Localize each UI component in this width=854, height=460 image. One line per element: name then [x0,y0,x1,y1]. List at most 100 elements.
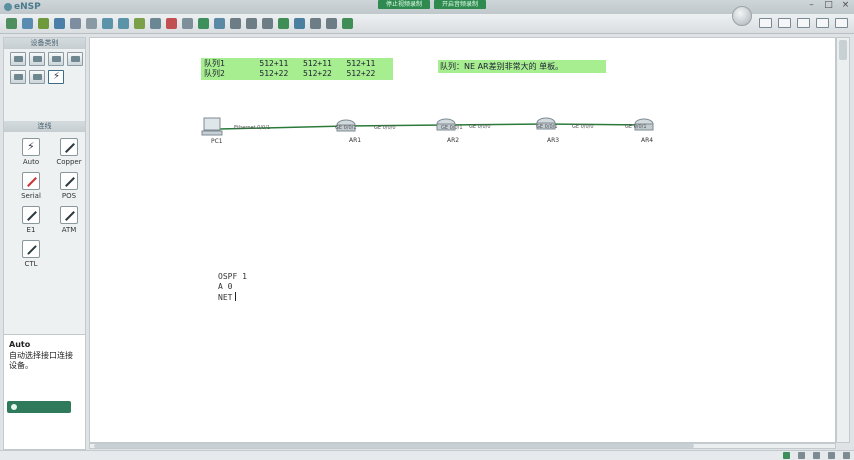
minimize-icon[interactable]: – [807,1,816,10]
cable-atm[interactable]: ATM [50,206,88,234]
menu-icon[interactable] [759,18,772,28]
toolbar-right [759,18,848,28]
cable-label: POS [61,192,77,200]
vertical-scrollbar[interactable] [836,37,850,443]
info-icon [828,452,835,459]
zoom-in-icon[interactable] [230,18,241,29]
status-bar [0,450,854,460]
port-label: GE 0/0/1 [335,125,357,131]
zoom-out-icon[interactable] [246,18,257,29]
topology-icon[interactable] [326,18,337,29]
text-cursor [235,292,237,301]
print-icon[interactable] [86,18,97,29]
start-audio-recording-button[interactable]: 开启音频录制 [434,0,487,9]
device-category-grid: ⚡ [4,49,85,87]
horizontal-scrollbar[interactable] [89,443,836,449]
auto-cable-icon [22,138,40,156]
fit-icon[interactable] [262,18,273,29]
close-icon[interactable]: × [841,1,850,10]
pc-icon[interactable] [201,117,223,136]
window-controls: – □ × [807,1,850,10]
vertical-scroll-thumb[interactable] [839,40,847,60]
help-icon[interactable] [797,18,810,28]
cable-ctl[interactable]: CTL [12,240,50,268]
stop-video-recording-button[interactable]: 停止视频录制 [378,0,431,9]
cable-category-icon[interactable]: ⚡ [48,70,64,84]
description-title: Auto [9,340,31,349]
delete-icon[interactable] [166,18,177,29]
terminal-category-icon[interactable] [10,70,26,84]
wireless-category-icon[interactable] [48,52,64,66]
close-panel-icon[interactable] [835,18,848,28]
atm-cable-icon [60,206,78,224]
app-logo-text: eNSP [14,2,41,12]
cloud-category-icon[interactable] [29,70,45,84]
network-icon [798,452,805,459]
node-label-ar3: AR3 [547,137,560,144]
restore-icon[interactable] [816,18,829,28]
cable-serial[interactable]: Serial [12,172,50,200]
switch-category-icon[interactable] [29,52,45,66]
queue-value: 512+22 [346,69,376,78]
pos-cable-icon [60,172,78,190]
palette-icon[interactable] [214,18,225,29]
queue-value: 512+11 [302,59,332,68]
serial-cable-icon [22,172,40,190]
panel-spacer [4,87,85,121]
new-topology-icon[interactable] [6,18,17,29]
queue-value: 512+11 [346,59,376,68]
horizontal-scroll-thumb[interactable] [94,444,694,448]
description-action-button[interactable] [7,401,71,413]
node-label-ar4: AR4 [641,137,654,144]
save-as-icon[interactable] [70,18,81,29]
port-label: GE 0/0/0 [572,124,594,130]
queue-row: 队列1 512+11 512+11 512+11 [204,59,390,69]
queue-value: 512+22 [302,69,332,78]
annotation-line: A 0 [218,282,233,291]
remark-note[interactable]: 队列：NE AR差别非常大的 单板。 [438,60,606,73]
port-label: Ethernet 0/0/1 [234,125,271,131]
select-icon[interactable] [134,18,145,29]
topology-diagram [201,117,654,136]
text-icon[interactable] [198,18,209,29]
description-text: 自动选择接口连接设备。 [9,351,73,370]
router-category-icon[interactable] [10,52,26,66]
recording-buttons: 停止视频录制 开启音频录制 [378,0,487,9]
devices-header: 设备类别 [4,38,85,49]
cable-auto[interactable]: Auto [12,138,50,166]
link-ar1-ar2[interactable] [345,124,447,127]
topology-canvas[interactable]: 队列1 512+11 512+11 512+11 队列2 512+22 512+… [89,37,836,443]
description-box: Auto 自动选择接口连接设备。 [4,334,85,449]
toolbar [0,14,854,34]
node-label-ar2: AR2 [447,137,460,144]
queue-name: 队列1 [204,59,225,68]
capture-icon[interactable] [310,18,321,29]
app-logo: eNSP [4,1,41,13]
cable-pos[interactable]: POS [50,172,88,200]
port-label: GE 0/0/1 [625,124,647,130]
cable-e1[interactable]: E1 [12,206,50,234]
annotation-line: NET [218,293,233,302]
command-line-icon[interactable] [342,18,353,29]
text-annotation[interactable]: OSPF 1 A 0 NET [218,272,247,303]
settings-icon[interactable] [778,18,791,28]
title-bar: eNSP 停止视频录制 开启音频录制 – □ × [0,0,854,14]
stop-device-icon[interactable] [294,18,305,29]
move-icon[interactable] [150,18,161,29]
cables-header: 连线 [4,121,85,132]
delete-link-icon[interactable] [182,18,193,29]
new-example-icon[interactable] [22,18,33,29]
start-device-icon[interactable] [278,18,289,29]
save-icon[interactable] [54,18,65,29]
open-icon[interactable] [38,18,49,29]
avatar[interactable] [732,6,752,26]
redo-icon[interactable] [118,18,129,29]
cable-label: Serial [21,192,41,200]
maximize-icon[interactable]: □ [824,1,833,10]
undo-icon[interactable] [102,18,113,29]
queue-note[interactable]: 队列1 512+11 512+11 512+11 队列2 512+22 512+… [201,58,393,80]
firewall-category-icon[interactable] [67,52,83,66]
cable-copper[interactable]: Copper [50,138,88,166]
cable-label: E1 [26,226,36,234]
help-status-icon [843,452,850,459]
